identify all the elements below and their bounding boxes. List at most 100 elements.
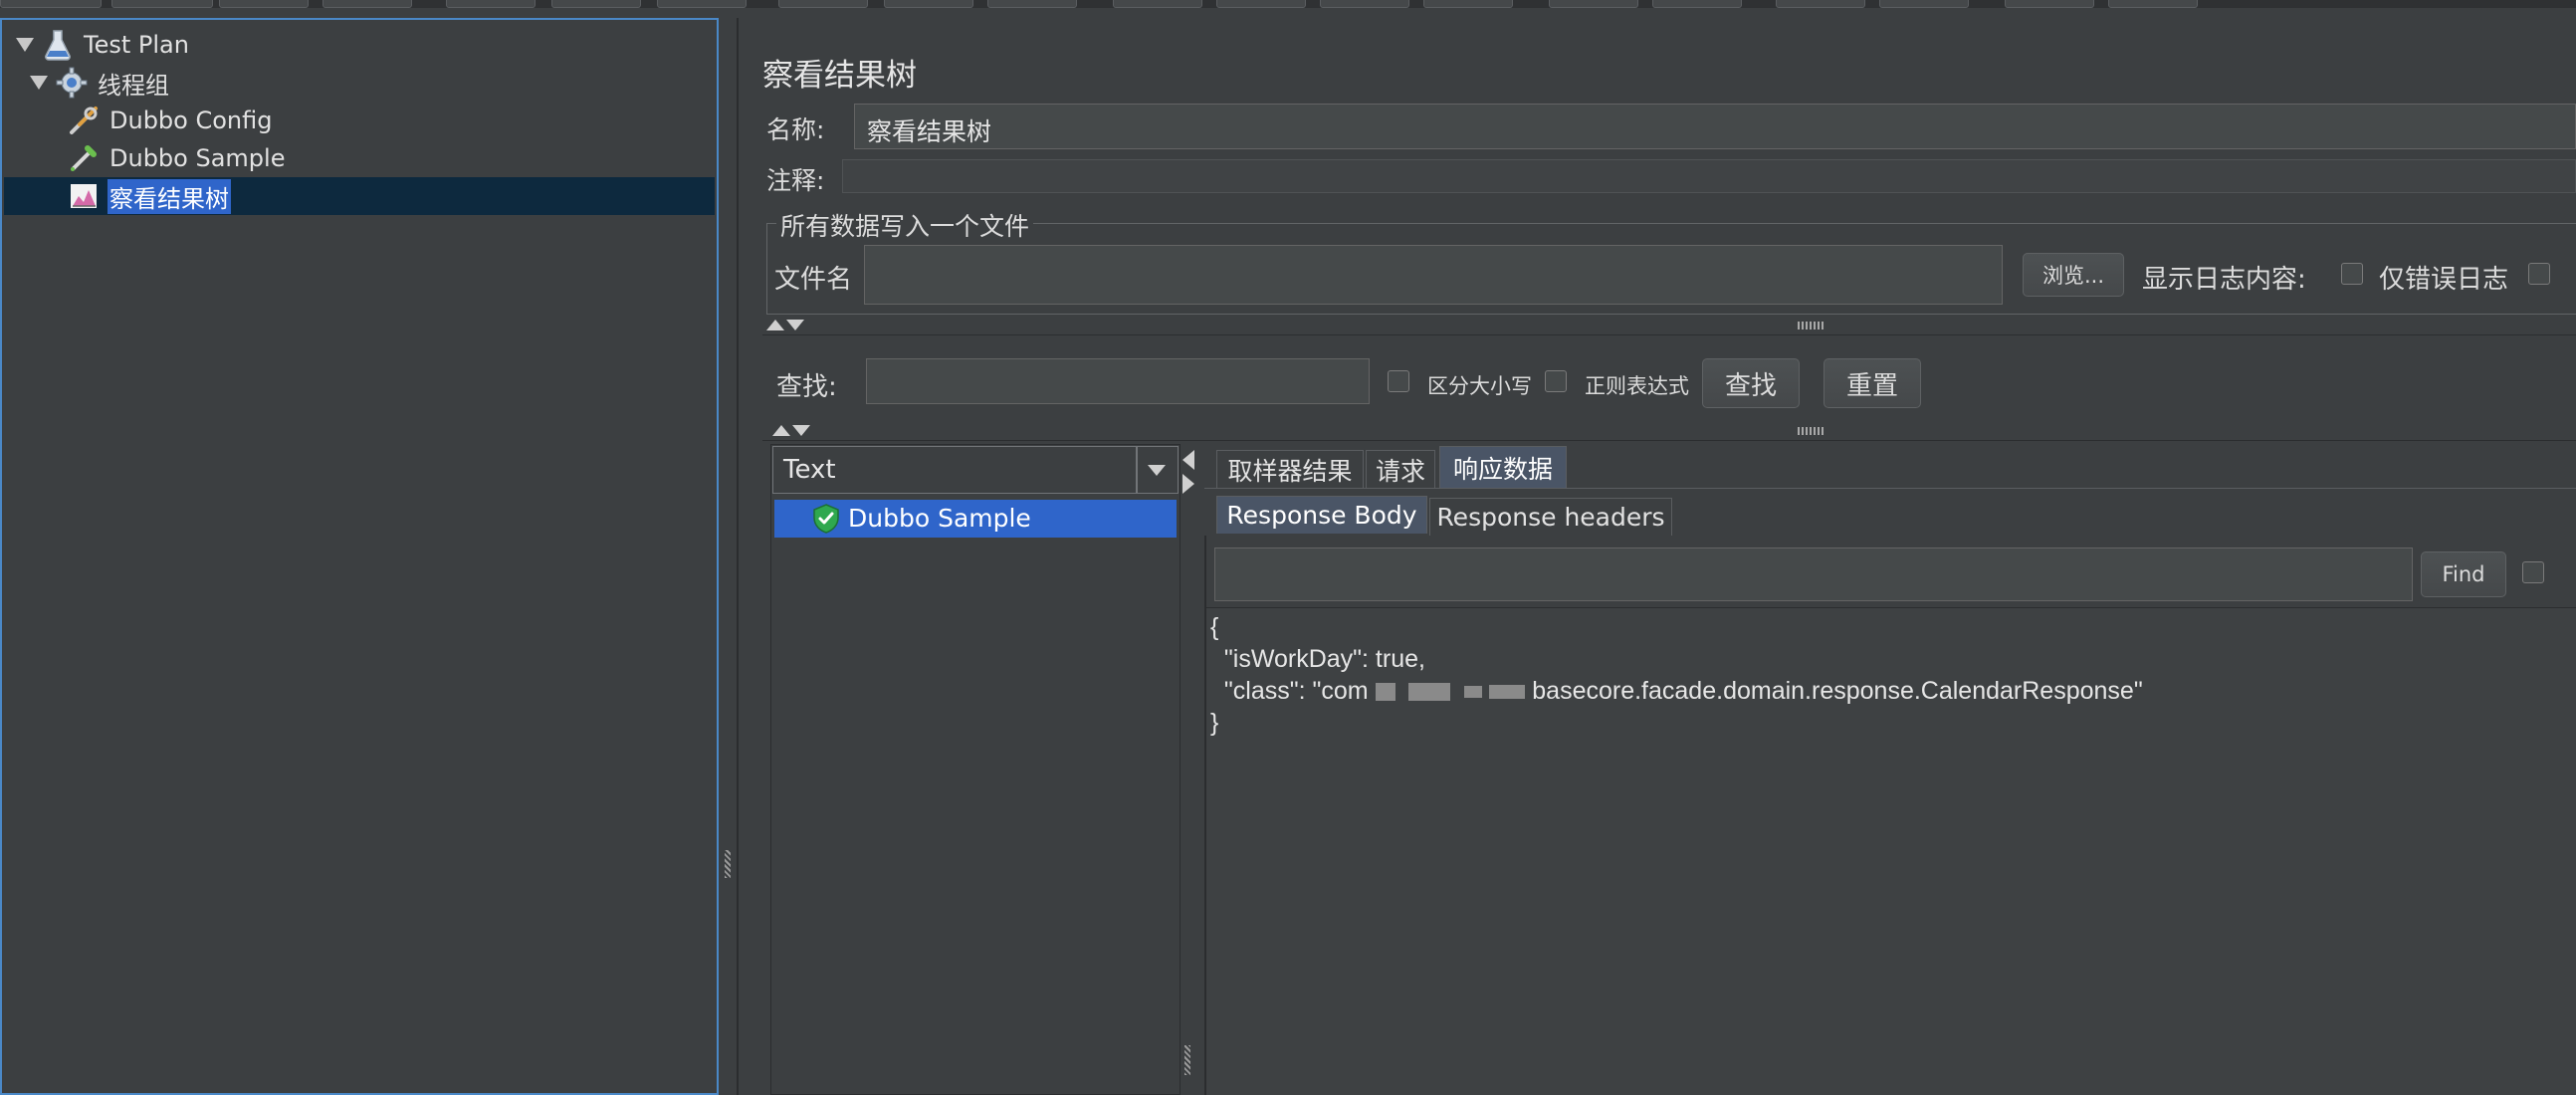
reset-button[interactable]: 重置 — [1824, 358, 1921, 408]
toolbar-button[interactable] — [1216, 0, 1306, 8]
comment-field[interactable] — [842, 159, 2576, 193]
tab-request[interactable]: 请求 — [1366, 450, 1435, 488]
toolbar-button[interactable] — [657, 0, 747, 8]
renderer-select[interactable]: Text — [772, 446, 1179, 494]
page-title: 察看结果树 — [762, 58, 917, 94]
find-button[interactable]: 查找 — [1702, 358, 1800, 408]
vertical-splitter[interactable] — [719, 18, 737, 1095]
response-body-text: { "isWorkDay": true, "class": "com basec… — [1210, 611, 2143, 739]
toolbar-button[interactable] — [219, 0, 309, 8]
regex-checkbox[interactable] — [1545, 370, 1567, 392]
tab-sampler-result[interactable]: 取样器结果 — [1216, 450, 1364, 488]
success-shield-icon — [810, 503, 842, 535]
flask-icon — [42, 29, 74, 61]
splitter-grip-icon[interactable] — [725, 850, 731, 878]
regex-label: 正则表达式 — [1585, 374, 1689, 398]
errors-only-checkbox[interactable] — [2341, 263, 2363, 285]
chart-icon — [68, 180, 100, 212]
renderer-select-value: Text — [783, 455, 836, 485]
tab-response-data[interactable]: 响应数据 — [1439, 446, 1567, 488]
divider-grip-icon[interactable] — [1798, 427, 1825, 435]
toolbar-button[interactable] — [0, 0, 102, 8]
divider-grip-icon[interactable] — [1798, 322, 1825, 329]
collapse-left-icon[interactable] — [1182, 450, 1194, 470]
browse-button[interactable]: 浏览... — [2023, 253, 2124, 297]
expand-triangle-icon[interactable] — [30, 76, 48, 90]
results-list-panel — [770, 444, 1181, 1095]
gear-icon — [56, 67, 88, 99]
response-case-checkbox[interactable] — [2522, 561, 2544, 583]
tree-item-label: Test Plan — [84, 31, 189, 59]
redacted-block — [1375, 683, 1395, 702]
search-input[interactable] — [866, 358, 1370, 404]
chevron-down-icon[interactable] — [1148, 465, 1166, 476]
comment-label: 注释: — [766, 166, 825, 195]
search-label: 查找: — [776, 372, 837, 402]
tree-item-test-plan[interactable]: Test Plan — [16, 26, 191, 64]
toolbar-button[interactable] — [1549, 0, 1638, 8]
tree-item-label: 察看结果树 — [107, 178, 231, 214]
collapse-right-icon[interactable] — [1182, 474, 1194, 494]
toolbar-button[interactable] — [322, 0, 412, 8]
name-field[interactable]: 察看结果树 — [854, 104, 2576, 149]
inner-splitter-grip-icon[interactable] — [1184, 1045, 1190, 1075]
tree-item-dubbo-sample[interactable]: Dubbo Sample — [68, 139, 287, 177]
toolbar-button[interactable] — [2005, 0, 2094, 8]
collapse-arrows-icon[interactable] — [766, 320, 804, 330]
response-line: basecore.facade.domain.response.Calendar… — [1532, 677, 2143, 705]
test-plan-tree[interactable]: Test Plan 线程组 Dubbo Config Dubbo Sample … — [0, 18, 719, 1095]
tree-item-dubbo-config[interactable]: Dubbo Config — [68, 102, 274, 139]
sample-label: Dubbo Sample — [848, 504, 1031, 533]
tree-item-thread-group[interactable]: 线程组 — [30, 64, 171, 102]
toolbar-button[interactable] — [1423, 0, 1513, 8]
filename-input[interactable] — [864, 245, 2003, 305]
subtab-response-body[interactable]: Response Body — [1216, 496, 1427, 534]
toolbar-button[interactable] — [1776, 0, 1865, 8]
tree-item-view-results-tree[interactable]: 察看结果树 — [4, 177, 715, 215]
case-sensitive-label: 区分大小写 — [1427, 374, 1532, 398]
filename-label: 文件名 — [774, 265, 853, 295]
errors-only-label: 仅错误日志 — [2379, 265, 2509, 295]
response-line: "isWorkDay": true, — [1210, 645, 1425, 673]
wrench-icon — [68, 105, 100, 136]
toolbar-button[interactable] — [884, 0, 973, 8]
divider — [762, 440, 2576, 441]
response-find-button[interactable]: Find — [2421, 551, 2506, 597]
toolbar-button[interactable] — [1113, 0, 1202, 8]
redacted-block — [1505, 685, 1526, 700]
name-label: 名称: — [766, 115, 825, 144]
toolbar-button[interactable] — [1652, 0, 1742, 8]
tree-item-label: Dubbo Config — [109, 107, 273, 134]
toolbar-button[interactable] — [987, 0, 1077, 8]
toolbar-button[interactable] — [1879, 0, 1969, 8]
tab-underline — [1204, 488, 2576, 489]
subtab-response-headers[interactable]: Response headers — [1429, 498, 1672, 536]
log-content-label: 显示日志内容: — [2142, 265, 2306, 295]
sample-row[interactable]: Dubbo Sample — [774, 500, 1177, 538]
expand-triangle-icon[interactable] — [16, 38, 34, 52]
tree-item-label: 线程组 — [98, 71, 169, 100]
response-line: "class": "com — [1210, 677, 1369, 705]
select-separator — [1136, 447, 1138, 493]
divider — [762, 334, 2576, 335]
toolbar — [0, 0, 2576, 8]
successes-only-checkbox[interactable] — [2528, 263, 2550, 285]
pipette-icon — [68, 142, 100, 174]
case-sensitive-checkbox[interactable] — [1388, 370, 1409, 392]
name-value: 察看结果树 — [867, 117, 992, 146]
toolbar-button[interactable] — [446, 0, 536, 8]
file-group-title: 所有数据写入一个文件 — [776, 207, 1034, 243]
tree-item-label: Dubbo Sample — [109, 144, 286, 172]
toolbar-button[interactable] — [111, 0, 213, 8]
response-find-input[interactable] — [1214, 548, 2413, 601]
response-line: { — [1210, 613, 1219, 641]
redacted-block — [1489, 685, 1506, 700]
collapse-arrows-icon[interactable] — [772, 425, 810, 436]
redacted-block — [1408, 683, 1451, 702]
toolbar-button[interactable] — [1320, 0, 1409, 8]
toolbar-button[interactable] — [2108, 0, 2198, 8]
redacted-block — [1464, 686, 1483, 699]
response-line: } — [1210, 709, 1219, 737]
toolbar-button[interactable] — [551, 0, 641, 8]
toolbar-button[interactable] — [778, 0, 868, 8]
